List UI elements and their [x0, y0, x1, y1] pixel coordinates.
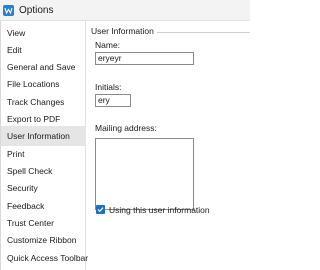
sidebar-item-label: Customize Ribbon	[7, 235, 77, 245]
sidebar-item-label: Quick Access Toolbar	[7, 253, 89, 263]
sidebar-item-label: Track Changes	[7, 97, 65, 107]
sidebar-item-label: Edit	[7, 45, 22, 55]
group-header: User Information	[91, 26, 250, 38]
use-user-info-label[interactable]: Using this user information	[109, 205, 210, 215]
sidebar-item-label: Export to PDF	[7, 114, 61, 124]
sidebar-item-user-information[interactable]: User Information	[1, 126, 86, 146]
sidebar-item-label: Security	[7, 183, 38, 193]
sidebar-item-label: View	[7, 28, 26, 38]
sidebar-item-customize-ribbon[interactable]: Customize Ribbon	[1, 230, 86, 250]
sidebar-item-label: File Locations	[7, 79, 60, 89]
mailing-address-textarea[interactable]	[95, 138, 194, 210]
sidebar-item-security[interactable]: Security	[1, 178, 86, 198]
options-sidebar: View Edit General and Save File Location…	[1, 21, 89, 270]
sidebar-item-quick-access-toolbar[interactable]: Quick Access Toolbar	[1, 248, 89, 268]
sidebar-item-label: User Information	[7, 131, 70, 141]
sidebar-item-label: Trust Center	[7, 218, 54, 228]
sidebar-item-label: Spell Check	[7, 166, 53, 176]
sidebar-item-label: Feedback	[7, 201, 45, 211]
checkmark-icon	[97, 207, 104, 213]
title-bar: Options	[0, 0, 250, 21]
sidebar-item-label: Print	[7, 149, 25, 159]
mailing-address-label: Mailing address:	[95, 123, 157, 133]
use-user-info-checkbox[interactable]	[96, 205, 105, 214]
sidebar-item-file-locations[interactable]: File Locations	[1, 74, 86, 94]
initials-field[interactable]: ery	[95, 94, 131, 107]
group-title: User Information	[91, 26, 157, 36]
word-app-icon	[3, 4, 14, 16]
name-field[interactable]: eryeyr	[95, 52, 194, 65]
initials-label: Initials:	[95, 82, 122, 92]
name-label: Name:	[95, 40, 121, 50]
sidebar-item-label: General and Save	[7, 62, 76, 72]
user-information-panel: User Information Name: eryeyr Initials: …	[87, 21, 250, 270]
window-title: Options	[19, 4, 54, 16]
